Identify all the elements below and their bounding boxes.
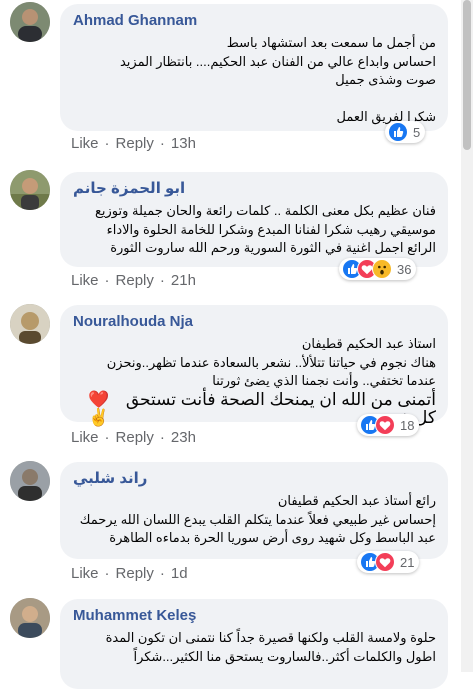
comment-bubble: Ahmad Ghannam من أجمل ما سمعت بعد استشها…	[60, 4, 448, 131]
comment-actions: Like · Reply · 13h	[71, 133, 196, 153]
comment-line: موسيقي رهيب شكرا لفنانا المبدع وشكرا للخ…	[106, 221, 436, 237]
reaction-count: 5	[413, 124, 421, 140]
separator-dot: ·	[159, 564, 165, 582]
comment-actions: Like · Reply · 1d	[71, 563, 188, 583]
like-link[interactable]: Like	[71, 272, 99, 289]
reaction-summary[interactable]: 21	[357, 551, 420, 573]
comment-text: من أجمل ما سمعت بعد استشهاد باسط احساس و…	[72, 34, 436, 126]
timestamp[interactable]: 21h	[171, 272, 196, 289]
comment-line: عندما تختفي.. وأنت نجمنا الذي يضئ ثورتنا	[212, 373, 436, 388]
author-name[interactable]: Ahmad Ghannam	[73, 11, 436, 31]
author-name[interactable]: Nouralhouda Nja	[73, 312, 436, 332]
avatar[interactable]	[10, 170, 50, 210]
comment-bubble: ابو الحمزة جانم فنان عظيم بكل معنى الكلم…	[60, 172, 448, 267]
avatar[interactable]	[10, 461, 50, 501]
comment-bubble: راند شلبي رائع أستاذ عبد الحكيم قطيفان إ…	[60, 462, 448, 559]
avatar-photo-icon	[10, 170, 50, 210]
author-name[interactable]: Muhammet Keleş	[73, 606, 436, 626]
separator-dot: ·	[104, 134, 110, 152]
wow-reaction-icon	[372, 259, 392, 279]
scrollbar[interactable]	[461, 0, 473, 672]
timestamp[interactable]: 1d	[171, 565, 188, 582]
avatar-photo-icon	[10, 598, 50, 638]
separator-dot: ·	[159, 134, 165, 152]
comment-line: صوت وشذى جميل	[335, 72, 436, 87]
separator-dot: ·	[159, 428, 165, 446]
reaction-count: 36	[397, 261, 412, 277]
timestamp[interactable]: 13h	[171, 135, 196, 152]
like-reaction-icon	[388, 122, 408, 142]
comment-bubble: Nouralhouda Nja استاذ عبد الحكيم قطيفان …	[60, 305, 448, 426]
comment-line: من أجمل ما سمعت بعد استشهاد باسط	[226, 35, 436, 50]
love-reaction-icon	[375, 552, 395, 572]
reply-link[interactable]: Reply	[116, 135, 154, 152]
comment-line: استاذ عبد الحكيم قطيفان	[301, 336, 436, 351]
separator-dot: ·	[159, 271, 165, 289]
scrollbar-thumb[interactable]	[463, 0, 471, 150]
avatar-photo-icon	[10, 2, 50, 42]
avatar[interactable]	[10, 598, 50, 638]
reaction-count: 21	[400, 554, 415, 570]
reaction-summary[interactable]: 5	[385, 121, 426, 143]
comment-text: رائع أستاذ عبد الحكيم قطيفان إحساس غير ط…	[72, 492, 436, 548]
comment-line: اطول والكلمات أكثر..فالساروت يستحق منا ا…	[133, 648, 436, 664]
author-name[interactable]: راند شلبي	[73, 469, 436, 489]
comment-bubble: Muhammet Keleş حلوة ولامسة القلب ولكنها …	[60, 599, 448, 689]
separator-dot: ·	[104, 564, 110, 582]
comment-line: إحساس غير طبيعي فعلاً عندما يتكلم القلب …	[79, 511, 436, 527]
comment-line: الرائع اجمل اغنية في الثورة السورية ورحم…	[110, 240, 436, 255]
comment-line: هناك نجوم في حياتنا تتلألأ.. نشعر بالسعا…	[106, 354, 436, 370]
author-name[interactable]: ابو الحمزة جانم	[73, 179, 436, 199]
separator-dot: ·	[104, 428, 110, 446]
comment-text: فنان عظيم بكل معنى الكلمة .. كلمات رائعة…	[72, 202, 436, 258]
reply-link[interactable]: Reply	[116, 429, 154, 446]
reaction-count: 18	[400, 417, 415, 433]
comment-line: شكرا لفريق العمل	[336, 108, 436, 124]
avatar[interactable]	[10, 304, 50, 344]
comment-line: رائع أستاذ عبد الحكيم قطيفان	[277, 493, 436, 508]
avatar[interactable]	[10, 2, 50, 42]
timestamp[interactable]: 23h	[171, 429, 196, 446]
like-link[interactable]: Like	[71, 429, 99, 446]
reaction-summary[interactable]: 18	[357, 414, 420, 436]
love-reaction-icon	[375, 415, 395, 435]
avatar-photo-icon	[10, 304, 50, 344]
avatar-photo-icon	[10, 461, 50, 501]
comment-actions: Like · Reply · 23h	[71, 427, 196, 447]
emoji-icons: ❤️✌️	[88, 389, 110, 427]
reply-link[interactable]: Reply	[116, 272, 154, 289]
comment-text: استاذ عبد الحكيم قطيفان هناك نجوم في حيا…	[72, 335, 436, 427]
separator-dot: ·	[104, 271, 110, 289]
comment-line: فنان عظيم بكل معنى الكلمة .. كلمات رائعة…	[94, 203, 436, 218]
like-link[interactable]: Like	[71, 135, 99, 152]
comment-line: حلوة ولامسة القلب ولكنها قصيرة جداً كنا …	[105, 630, 436, 645]
comment-actions: Like · Reply · 21h	[71, 270, 196, 290]
like-link[interactable]: Like	[71, 565, 99, 582]
reply-link[interactable]: Reply	[116, 565, 154, 582]
comment-line: عبد الباسط وكل شهيد روى أرض سوريا الحرة …	[109, 530, 436, 545]
comment-text: حلوة ولامسة القلب ولكنها قصيرة جداً كنا …	[72, 629, 436, 666]
comment-line: احساس وابداع عالي من الفنان عبد الحكيم..…	[119, 53, 436, 69]
reaction-summary[interactable]: 36	[339, 258, 417, 280]
